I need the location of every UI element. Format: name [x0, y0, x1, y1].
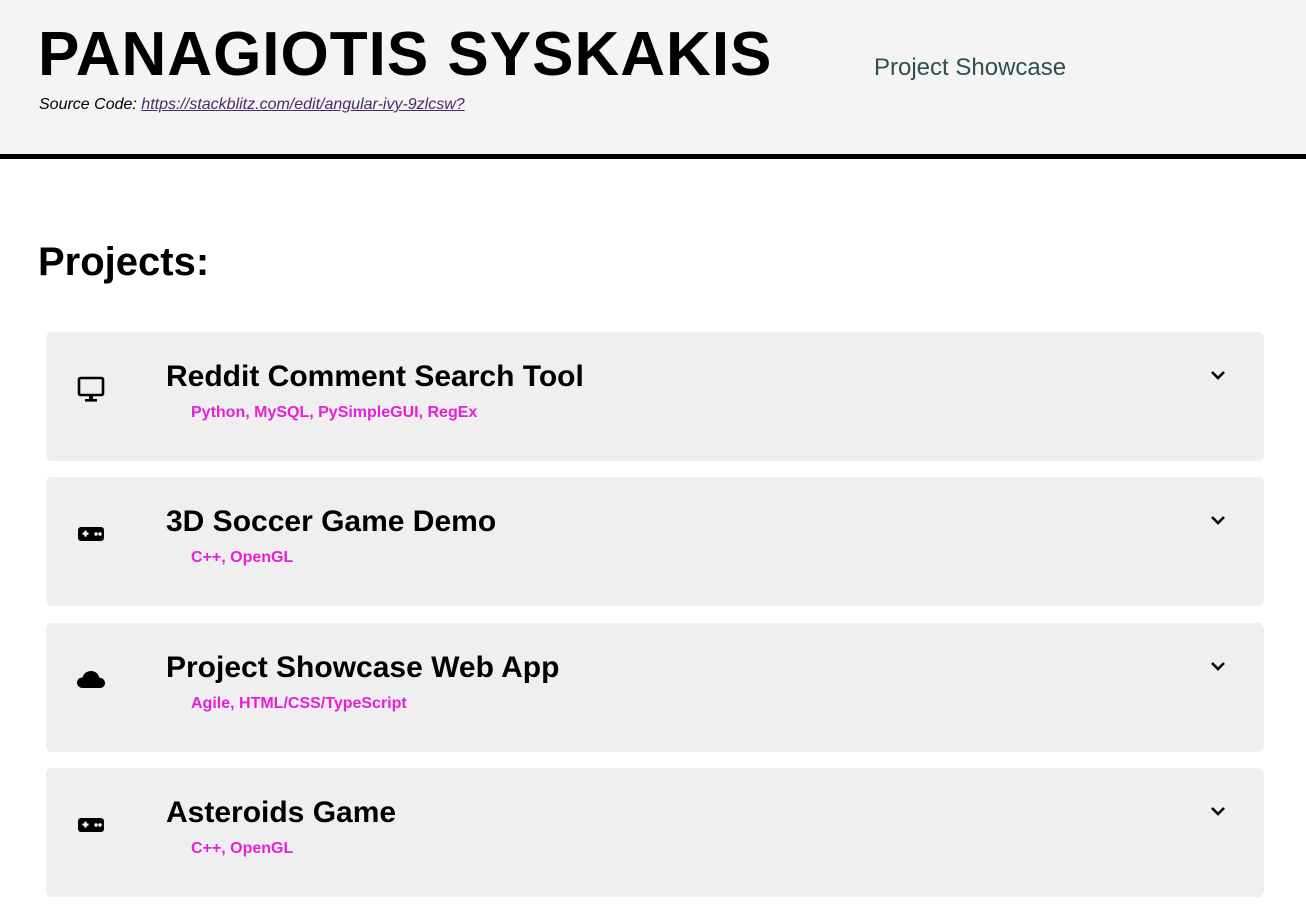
- source-code-label: Source Code:: [39, 96, 137, 113]
- site-title: PANAGIOTIS SYSKAKIS: [38, 20, 773, 89]
- projects-heading: Projects:: [38, 240, 210, 284]
- cloud-icon: [76, 665, 106, 695]
- page-header: PANAGIOTIS SYSKAKIS Project Showcase Sou…: [0, 0, 1306, 159]
- project-title: Project Showcase Web App: [166, 651, 560, 684]
- project-card[interactable]: Project Showcase Web App Agile, HTML/CSS…: [46, 623, 1264, 752]
- project-tags: C++, OpenGL: [191, 840, 294, 857]
- gamepad-icon: [76, 810, 106, 840]
- chevron-down-icon[interactable]: [1208, 804, 1228, 820]
- chevron-down-icon[interactable]: [1208, 513, 1228, 529]
- chevron-down-icon[interactable]: [1208, 368, 1228, 384]
- chevron-down-icon[interactable]: [1208, 659, 1228, 675]
- project-title: Asteroids Game: [166, 796, 397, 829]
- source-code-line: Source Code: https://stackblitz.com/edit…: [39, 96, 465, 114]
- project-tags: Python, MySQL, PySimpleGUI, RegEx: [191, 404, 478, 421]
- project-card[interactable]: 3D Soccer Game Demo C++, OpenGL: [46, 477, 1264, 606]
- project-tags: C++, OpenGL: [191, 549, 294, 566]
- monitor-icon: [76, 374, 106, 404]
- project-title: 3D Soccer Game Demo: [166, 505, 497, 538]
- project-card[interactable]: Asteroids Game C++, OpenGL: [46, 768, 1264, 897]
- gamepad-icon: [76, 519, 106, 549]
- source-code-link[interactable]: https://stackblitz.com/edit/angular-ivy-…: [141, 96, 464, 113]
- project-tags: Agile, HTML/CSS/TypeScript: [191, 695, 407, 712]
- project-title: Reddit Comment Search Tool: [166, 360, 584, 393]
- site-subtitle: Project Showcase: [874, 54, 1067, 81]
- project-card[interactable]: Reddit Comment Search Tool Python, MySQL…: [46, 332, 1264, 461]
